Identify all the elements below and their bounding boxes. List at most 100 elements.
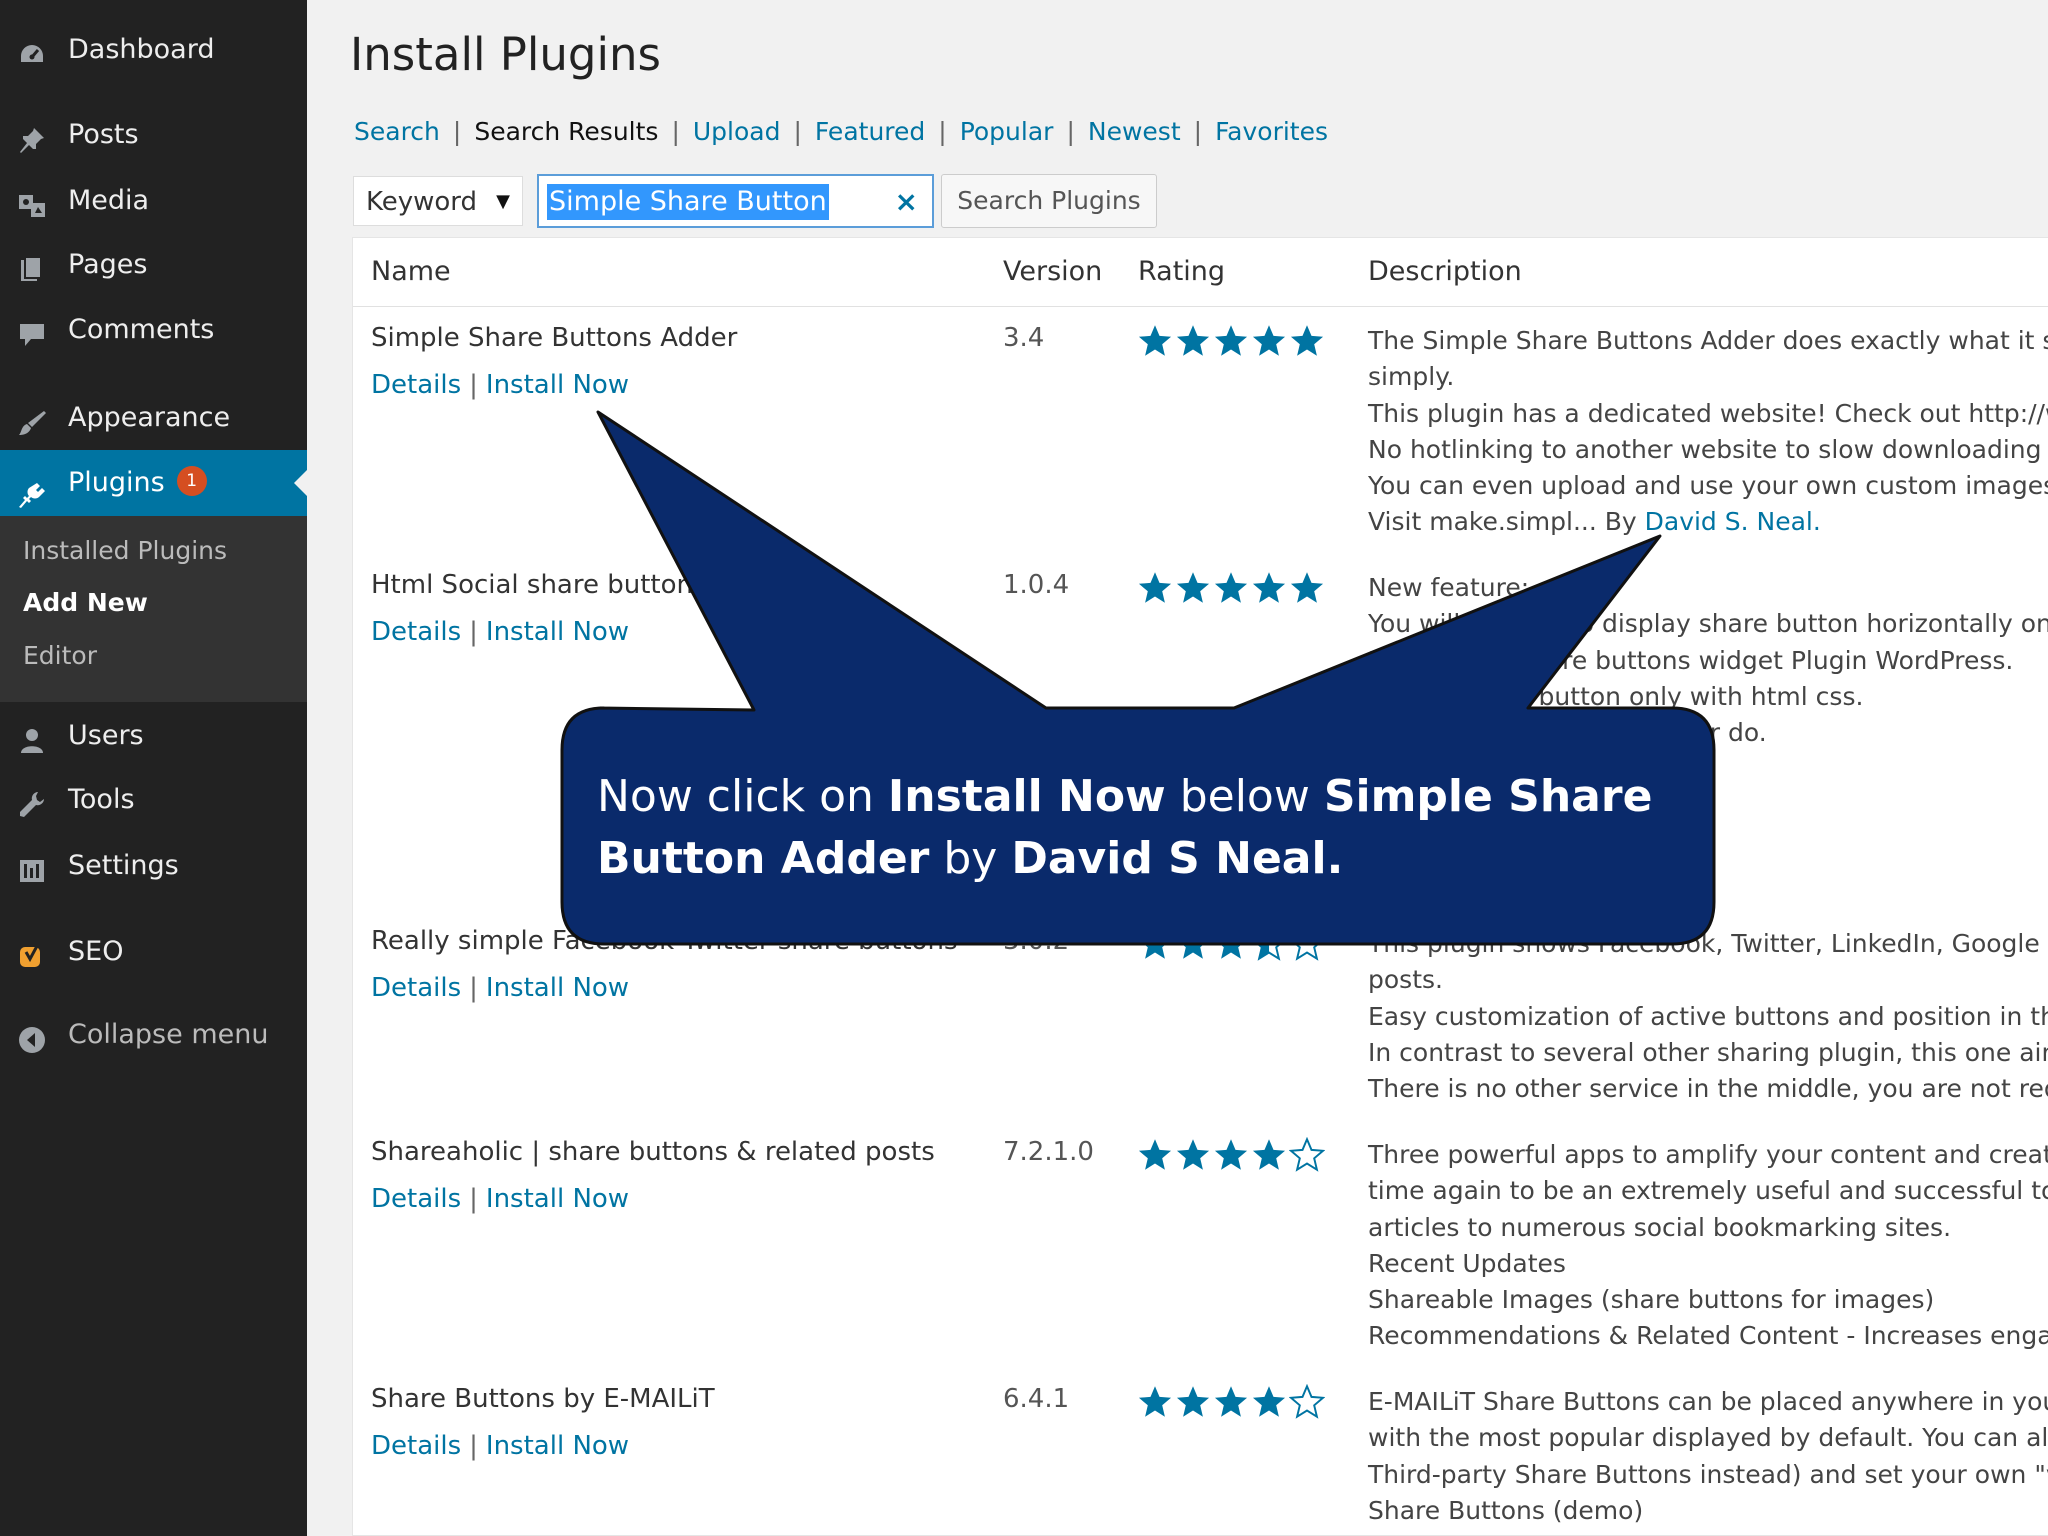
- plugin-name: Shareaholic | share buttons & related po…: [371, 1137, 935, 1167]
- collapse-menu-button[interactable]: Collapse menu: [0, 1010, 307, 1060]
- search-type-select[interactable]: Keyword ▼: [353, 176, 523, 226]
- star-filled-icon: [1213, 1137, 1249, 1173]
- sidebar-item-tools[interactable]: Tools: [0, 775, 307, 825]
- admin-sidebar: Dashboard Posts Media Pages Comments App…: [0, 0, 307, 1536]
- install-now-link[interactable]: Install Now: [486, 973, 629, 1003]
- tab-newest[interactable]: Newest: [1088, 117, 1181, 146]
- plugin-icon: [17, 470, 47, 508]
- plugin-actions: Details | Install Now: [371, 617, 629, 647]
- details-link[interactable]: Details: [371, 370, 461, 400]
- description-line: articles to numerous social bookmarking …: [1368, 1212, 1952, 1242]
- description-line: with the most popular displayed by defau…: [1368, 1423, 2048, 1453]
- plugin-rating: [1137, 323, 1327, 363]
- description-line: Html Social share buttons widget Plugin …: [1368, 645, 2014, 675]
- tab-featured[interactable]: Featured: [815, 117, 925, 146]
- pin-icon: [17, 122, 47, 153]
- star-filled-icon: [1251, 323, 1287, 359]
- media-icon: [17, 188, 47, 217]
- star-filled-icon: [1175, 323, 1211, 359]
- callout-emphasis-install-now: Install Now: [887, 771, 1166, 822]
- sidebar-item-media[interactable]: Media: [0, 176, 307, 226]
- star-empty-icon: [1288, 1136, 1326, 1173]
- description-line: Shareable Images (share buttons for imag…: [1368, 1285, 1935, 1315]
- details-link[interactable]: Details: [371, 973, 461, 1003]
- nav-separator: |: [1193, 117, 1203, 146]
- sidebar-item-label: Plugins 1: [68, 450, 207, 516]
- star-filled-icon: [1213, 323, 1249, 359]
- star-filled-icon: [1175, 1137, 1211, 1173]
- column-header-rating[interactable]: Rating: [1138, 256, 1225, 287]
- plugin-name: Really simple Facebook Twitter share but…: [371, 926, 958, 956]
- description-text: Visit make.simpl... By: [1368, 507, 1645, 537]
- install-now-link[interactable]: Install Now: [486, 370, 629, 400]
- tab-popular[interactable]: Popular: [960, 117, 1054, 146]
- sidebar-item-pages[interactable]: Pages: [0, 240, 307, 290]
- sidebar-item-label: Posts: [68, 119, 139, 150]
- sidebar-item-comments[interactable]: Comments: [0, 305, 307, 355]
- details-link[interactable]: Details: [371, 1184, 461, 1214]
- submenu-editor[interactable]: Editor: [23, 641, 97, 670]
- description-line: Visit make.simpl... By David S. Neal.: [1368, 504, 2048, 540]
- column-header-version[interactable]: Version: [1003, 256, 1102, 287]
- star-filled-icon: [1137, 570, 1173, 606]
- sidebar-item-dashboard[interactable]: Dashboard: [0, 25, 307, 75]
- brush-icon: [17, 405, 47, 435]
- sidebar-item-label: SEO: [68, 936, 124, 967]
- plugin-description: Three powerful apps to amplify your cont…: [1368, 1137, 2048, 1355]
- sidebar-item-appearance[interactable]: Appearance: [0, 393, 307, 443]
- table-header: Name Version Rating Description: [353, 238, 2048, 307]
- sidebar-item-plugins[interactable]: Plugins 1: [0, 450, 307, 516]
- description-line: This plugin has a dedicated website! Che…: [1368, 398, 2048, 428]
- chevron-down-icon: ▼: [496, 191, 510, 212]
- install-now-link[interactable]: Install Now: [486, 1431, 629, 1461]
- plugin-rating: [1137, 1383, 1327, 1424]
- nav-separator: |: [1066, 117, 1075, 146]
- sidebar-item-settings[interactable]: Settings: [0, 841, 307, 891]
- nav-separator: |: [452, 117, 462, 146]
- submenu-add-new[interactable]: Add New: [23, 588, 148, 617]
- tab-favorites[interactable]: Favorites: [1215, 117, 1328, 146]
- install-plugins-subnav: Search | Search Results | Upload | Featured | Po…: [354, 117, 1328, 146]
- sidebar-item-posts[interactable]: Posts: [0, 110, 307, 160]
- search-input[interactable]: Simple Share Button ×: [537, 174, 934, 228]
- clear-search-icon[interactable]: ×: [895, 185, 918, 218]
- sidebar-item-label: Tools: [68, 784, 135, 815]
- plugin-actions: Details | Install Now: [371, 1184, 629, 1214]
- description-line: Three powerful apps to amplify your cont…: [1368, 1140, 2048, 1169]
- install-now-link[interactable]: Install Now: [486, 1184, 629, 1214]
- details-link[interactable]: Details: [371, 1431, 461, 1461]
- tab-search[interactable]: Search: [354, 117, 440, 146]
- description-line: No javascript whats another do.: [1368, 718, 1767, 748]
- plugin-version: 1.0.4: [1003, 570, 1070, 600]
- search-plugins-button[interactable]: Search Plugins: [941, 174, 1157, 228]
- plugin-version: 6.4.1: [1003, 1384, 1070, 1414]
- sidebar-item-label: Appearance: [68, 402, 231, 433]
- description-line: New feature:: [1368, 573, 1530, 602]
- star-filled-icon: [1251, 1137, 1287, 1173]
- star-filled-icon: [1289, 570, 1325, 606]
- description-line: Easy customization of active buttons and…: [1368, 1001, 2048, 1031]
- sidebar-item-users[interactable]: Users: [0, 711, 307, 761]
- star-filled-icon: [1137, 926, 1173, 962]
- column-header-description[interactable]: Description: [1368, 256, 1522, 287]
- callout-emphasis-author: David S Neal.: [1011, 833, 1344, 884]
- submenu-installed-plugins[interactable]: Installed Plugins: [23, 536, 227, 565]
- plugin-actions: Details | Install Now: [371, 1431, 629, 1461]
- star-empty-icon: [1288, 1383, 1326, 1420]
- plugin-description: E-MAILiT Share Buttons can be placed any…: [1368, 1384, 2048, 1529]
- tab-upload[interactable]: Upload: [693, 117, 781, 146]
- tab-search-results[interactable]: Search Results: [474, 117, 658, 146]
- author-link[interactable]: David S. Neal.: [1645, 507, 1821, 536]
- sidebar-item-label: Comments: [68, 314, 215, 345]
- details-link[interactable]: Details: [371, 617, 461, 647]
- column-header-name[interactable]: Name: [371, 256, 451, 287]
- page-title: Install Plugins: [350, 28, 661, 81]
- description-line: The Simple Share Buttons Adder does exac…: [1368, 326, 2048, 355]
- sidebar-item-seo[interactable]: SEO: [0, 927, 307, 977]
- description-line: time again to be an extremely useful and…: [1368, 1176, 2048, 1206]
- callout-text-1: Now click on: [597, 771, 888, 822]
- plugin-name: Share Buttons by E-MAILiT: [371, 1384, 715, 1414]
- description-line: Recent Updates: [1368, 1248, 1566, 1278]
- update-count-badge: 1: [176, 465, 207, 496]
- install-now-link[interactable]: Install Now: [486, 617, 629, 647]
